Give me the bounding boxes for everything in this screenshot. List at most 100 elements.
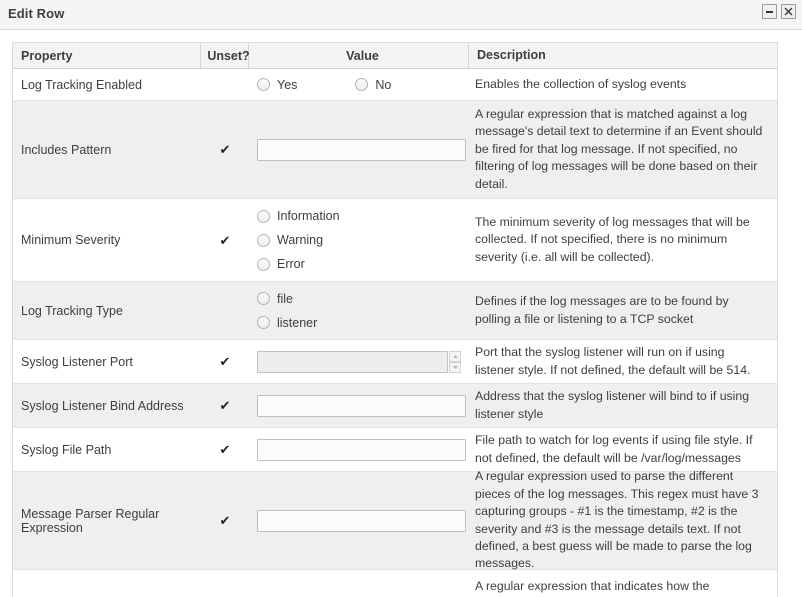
radio-group-log-tracking-enabled: Yes No — [257, 73, 461, 97]
unset-checkmark: ✔ — [219, 398, 231, 413]
radio-button-icon[interactable] — [257, 292, 270, 305]
radio-option-label[interactable]: Yes — [277, 78, 297, 92]
row-property-label: Includes Pattern — [21, 142, 112, 157]
syslog-listener-port-input[interactable] — [257, 350, 449, 373]
row-value-control — [249, 101, 469, 198]
row-description-text: Port that the syslog listener will run o… — [475, 345, 751, 377]
radio-option-label[interactable]: Error — [277, 257, 305, 271]
table-row: A regular expression that indicates how … — [13, 570, 777, 597]
row-description: File path to watch for log events if usi… — [469, 428, 777, 471]
minimize-button[interactable] — [762, 4, 777, 19]
radio-option-label[interactable]: Information — [277, 209, 340, 223]
radio-button-icon[interactable] — [257, 209, 270, 223]
table-row: Log Tracking Enabled Yes No Enables the … — [13, 69, 777, 101]
radio-option[interactable]: Yes — [257, 73, 297, 97]
stepper-down-button[interactable] — [449, 361, 461, 373]
row-property-label — [13, 570, 201, 597]
radio-group-log-tracking-type: file listener — [257, 287, 461, 335]
row-description: Enables the collection of syslog events — [469, 69, 777, 100]
row-property-label: Message Parser Regular Expression — [21, 506, 160, 535]
row-unset-flag: ✔ — [201, 101, 249, 198]
row-description: Defines if the log messages are to be fo… — [469, 282, 777, 339]
row-description: The minimum severity of log messages tha… — [469, 199, 777, 281]
radio-button-icon[interactable] — [257, 78, 270, 91]
row-unset-flag: ✔ — [201, 384, 249, 427]
column-header-property: Property — [13, 43, 201, 68]
row-unset-flag: ✔ — [201, 340, 249, 383]
row-property-label: Log Tracking Enabled — [21, 77, 142, 92]
table-row: Syslog Listener Port ✔ Port that the sys… — [13, 340, 777, 384]
radio-option[interactable]: No — [355, 73, 391, 97]
row-description-text: Enables the collection of syslog events — [475, 76, 687, 91]
row-property-label: Syslog File Path — [21, 442, 112, 457]
row-value-control: Information Warning Error — [249, 199, 469, 281]
radio-option-label[interactable]: No — [375, 78, 391, 92]
table-row: Minimum Severity ✔ Information Warning E… — [13, 199, 777, 282]
row-description-text: File path to watch for log events if usi… — [475, 433, 753, 465]
stepper-buttons — [449, 350, 461, 373]
radio-option-label[interactable]: listener — [277, 316, 317, 330]
row-value-control — [249, 570, 469, 597]
row-unset-flag: ✔ — [201, 472, 249, 569]
column-header-unset: Unset? — [201, 43, 250, 68]
row-description-text: A regular expression that is matched aga… — [475, 106, 763, 191]
row-description: Address that the syslog listener will bi… — [469, 384, 777, 427]
chevron-up-icon — [452, 354, 458, 358]
table-row: Log Tracking Type file listener Defines … — [13, 282, 777, 340]
row-unset-flag: ✔ — [201, 199, 249, 281]
column-header-value: Value — [249, 43, 469, 68]
minimize-icon — [766, 11, 773, 13]
radio-button-icon[interactable] — [257, 316, 270, 329]
radio-button-icon[interactable] — [355, 78, 369, 91]
radio-group-minimum-severity: Information Warning Error — [257, 204, 461, 276]
radio-button-icon[interactable] — [257, 257, 270, 271]
row-description-text: A regular expression that indicates how … — [475, 579, 738, 597]
includes-pattern-input[interactable] — [257, 138, 466, 161]
radio-button-icon[interactable] — [257, 233, 270, 247]
unset-checkmark: ✔ — [219, 232, 231, 248]
row-description-text: Address that the syslog listener will bi… — [475, 389, 750, 421]
row-unset-flag — [201, 282, 249, 339]
row-value-control — [249, 340, 469, 383]
radio-option[interactable]: file — [257, 287, 461, 311]
radio-option-label[interactable]: Warning — [277, 233, 323, 247]
radio-option[interactable]: listener — [257, 311, 461, 335]
row-value-control — [249, 472, 469, 569]
row-description: A regular expression that indicates how … — [469, 570, 777, 597]
row-description: Port that the syslog listener will run o… — [469, 340, 777, 383]
table-row: Syslog Listener Bind Address ✔ Address t… — [13, 384, 777, 428]
dialog-titlebar: Edit Row — [0, 0, 802, 30]
row-value-control: file listener — [249, 282, 469, 339]
row-description: A regular expression that is matched aga… — [469, 101, 777, 198]
stepper-up-button[interactable] — [449, 350, 461, 362]
radio-option[interactable]: Error — [257, 252, 461, 276]
unset-checkmark: ✔ — [219, 142, 231, 157]
unset-checkmark: ✔ — [219, 513, 231, 528]
dialog-content: Property Unset? Value Description Log Tr… — [0, 30, 802, 597]
message-parser-regex-input[interactable] — [257, 509, 466, 532]
row-value-control — [249, 384, 469, 427]
window-controls — [762, 4, 796, 19]
radio-option[interactable]: Information — [257, 204, 461, 228]
row-property-label: Minimum Severity — [21, 233, 121, 247]
radio-option[interactable]: Warning — [257, 228, 461, 252]
table-header-row: Property Unset? Value Description — [13, 43, 777, 69]
row-unset-flag — [201, 69, 249, 100]
row-description-text: The minimum severity of log messages tha… — [475, 214, 750, 264]
row-property-label: Syslog Listener Port — [21, 354, 133, 369]
table-row: Message Parser Regular Expression ✔ A re… — [13, 469, 777, 570]
close-button[interactable] — [781, 4, 796, 19]
radio-option-label[interactable]: file — [277, 292, 293, 306]
syslog-file-path-input[interactable] — [257, 438, 466, 461]
unset-checkmark: ✔ — [219, 442, 231, 457]
table-row: Syslog File Path ✔ File path to watch fo… — [13, 428, 777, 472]
row-description-text: A regular expression used to parse the d… — [475, 469, 759, 571]
close-icon — [784, 7, 793, 16]
syslog-listener-bind-address-input[interactable] — [257, 394, 466, 417]
unset-checkmark: ✔ — [219, 354, 231, 369]
column-header-description: Description — [477, 47, 546, 62]
row-value-control — [249, 428, 469, 471]
row-description: A regular expression used to parse the d… — [469, 469, 777, 570]
row-property-label: Log Tracking Type — [21, 303, 123, 318]
row-property-label: Syslog Listener Bind Address — [21, 398, 184, 413]
